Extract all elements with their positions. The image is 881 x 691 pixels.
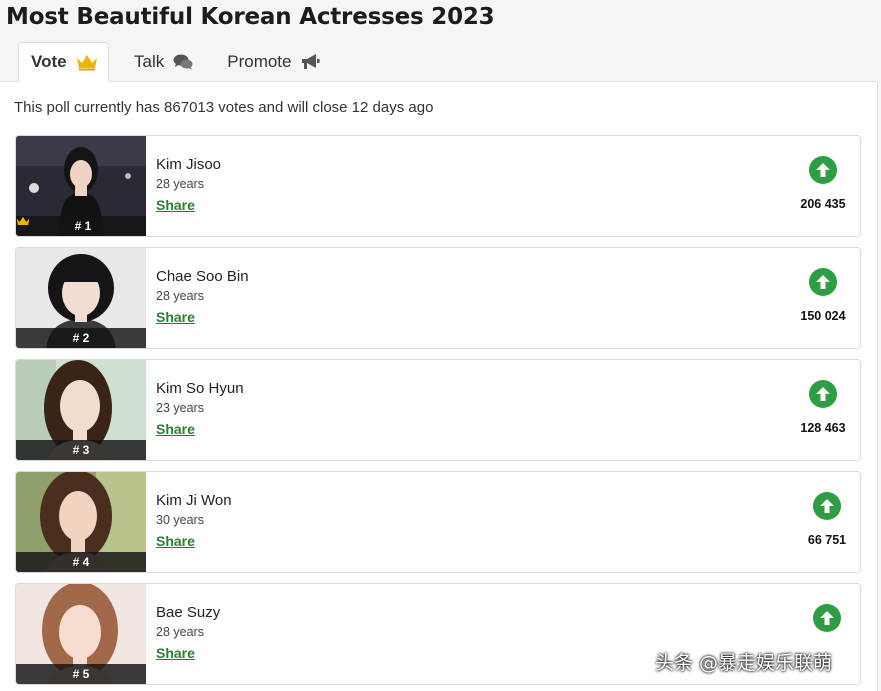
arrow-up-icon — [820, 611, 834, 625]
upvote-button[interactable] — [813, 604, 841, 632]
watermark: 头条 @暴走娱乐联萌 — [655, 652, 833, 674]
share-link[interactable]: Share — [156, 421, 195, 437]
rank-label: # 3 — [72, 443, 90, 457]
candidate-age: 23 years — [156, 401, 204, 415]
candidate-card: # 2 Chae Soo Bin 28 years Share 150 024 — [15, 247, 861, 349]
candidate-name: Kim Jisoo — [156, 156, 222, 173]
candidate-photo[interactable]: # 2 — [16, 248, 146, 348]
candidate-photo[interactable]: # 5 — [16, 584, 146, 684]
megaphone-icon — [300, 53, 320, 71]
tab-bar: Vote Talk Promote — [18, 42, 332, 82]
candidate-photo[interactable]: # 3 — [16, 360, 146, 460]
candidate-age: 28 years — [156, 625, 204, 639]
share-link[interactable]: Share — [156, 645, 195, 661]
rank-label: # 2 — [72, 331, 90, 345]
candidate-photo[interactable]: # 1 — [16, 136, 146, 236]
rank-badge: # 2 — [16, 328, 146, 348]
rank-badge: # 3 — [16, 440, 146, 460]
arrow-up-icon — [816, 275, 830, 289]
candidate-card: # 4 Kim Ji Won 30 years Share 66 751 — [15, 471, 861, 573]
share-link[interactable]: Share — [156, 533, 195, 549]
rank-badge: # 1 — [16, 216, 146, 236]
candidate-age: 28 years — [156, 177, 204, 191]
rank-label: # 1 — [74, 219, 92, 233]
vote-count: 206 435 — [800, 197, 846, 211]
crown-icon — [76, 54, 98, 71]
share-link[interactable]: Share — [156, 309, 195, 325]
upvote-button[interactable] — [809, 156, 837, 184]
candidate-age: 30 years — [156, 513, 204, 527]
candidate-name: Bae Suzy — [156, 604, 221, 621]
upvote-button[interactable] — [809, 268, 837, 296]
rank-label: # 5 — [72, 667, 90, 681]
candidate-name: Chae Soo Bin — [156, 268, 249, 285]
arrow-up-icon — [816, 387, 830, 401]
vote-count: 150 024 — [800, 309, 846, 323]
tab-talk[interactable]: Talk — [122, 42, 205, 81]
chat-bubbles-icon — [173, 54, 193, 70]
tab-promote-label: Promote — [227, 51, 292, 71]
share-link[interactable]: Share — [156, 197, 195, 213]
arrow-up-icon — [820, 499, 834, 513]
rank-badge: # 4 — [16, 552, 146, 572]
arrow-up-icon — [816, 163, 830, 177]
candidate-name: Kim So Hyun — [156, 380, 244, 397]
tab-promote[interactable]: Promote — [215, 42, 332, 81]
vote-count: 66 751 — [807, 533, 847, 547]
poll-status-text: This poll currently has 867013 votes and… — [14, 99, 434, 116]
vote-count: 128 463 — [800, 421, 846, 435]
candidate-card: # 3 Kim So Hyun 23 years Share 128 463 — [15, 359, 861, 461]
upvote-button[interactable] — [809, 380, 837, 408]
candidate-name: Kim Ji Won — [156, 492, 232, 509]
tab-vote[interactable]: Vote — [18, 42, 109, 82]
rank-label: # 4 — [72, 555, 90, 569]
candidate-photo[interactable]: # 4 — [16, 472, 146, 572]
rank-badge: # 5 — [16, 664, 146, 684]
upvote-button[interactable] — [813, 492, 841, 520]
page-title: Most Beautiful Korean Actresses 2023 — [6, 4, 495, 30]
tab-talk-label: Talk — [134, 51, 165, 71]
candidate-card: # 1 Kim Jisoo 28 years Share 206 435 — [15, 135, 861, 237]
tab-vote-label: Vote — [31, 52, 67, 71]
candidate-age: 28 years — [156, 289, 204, 303]
